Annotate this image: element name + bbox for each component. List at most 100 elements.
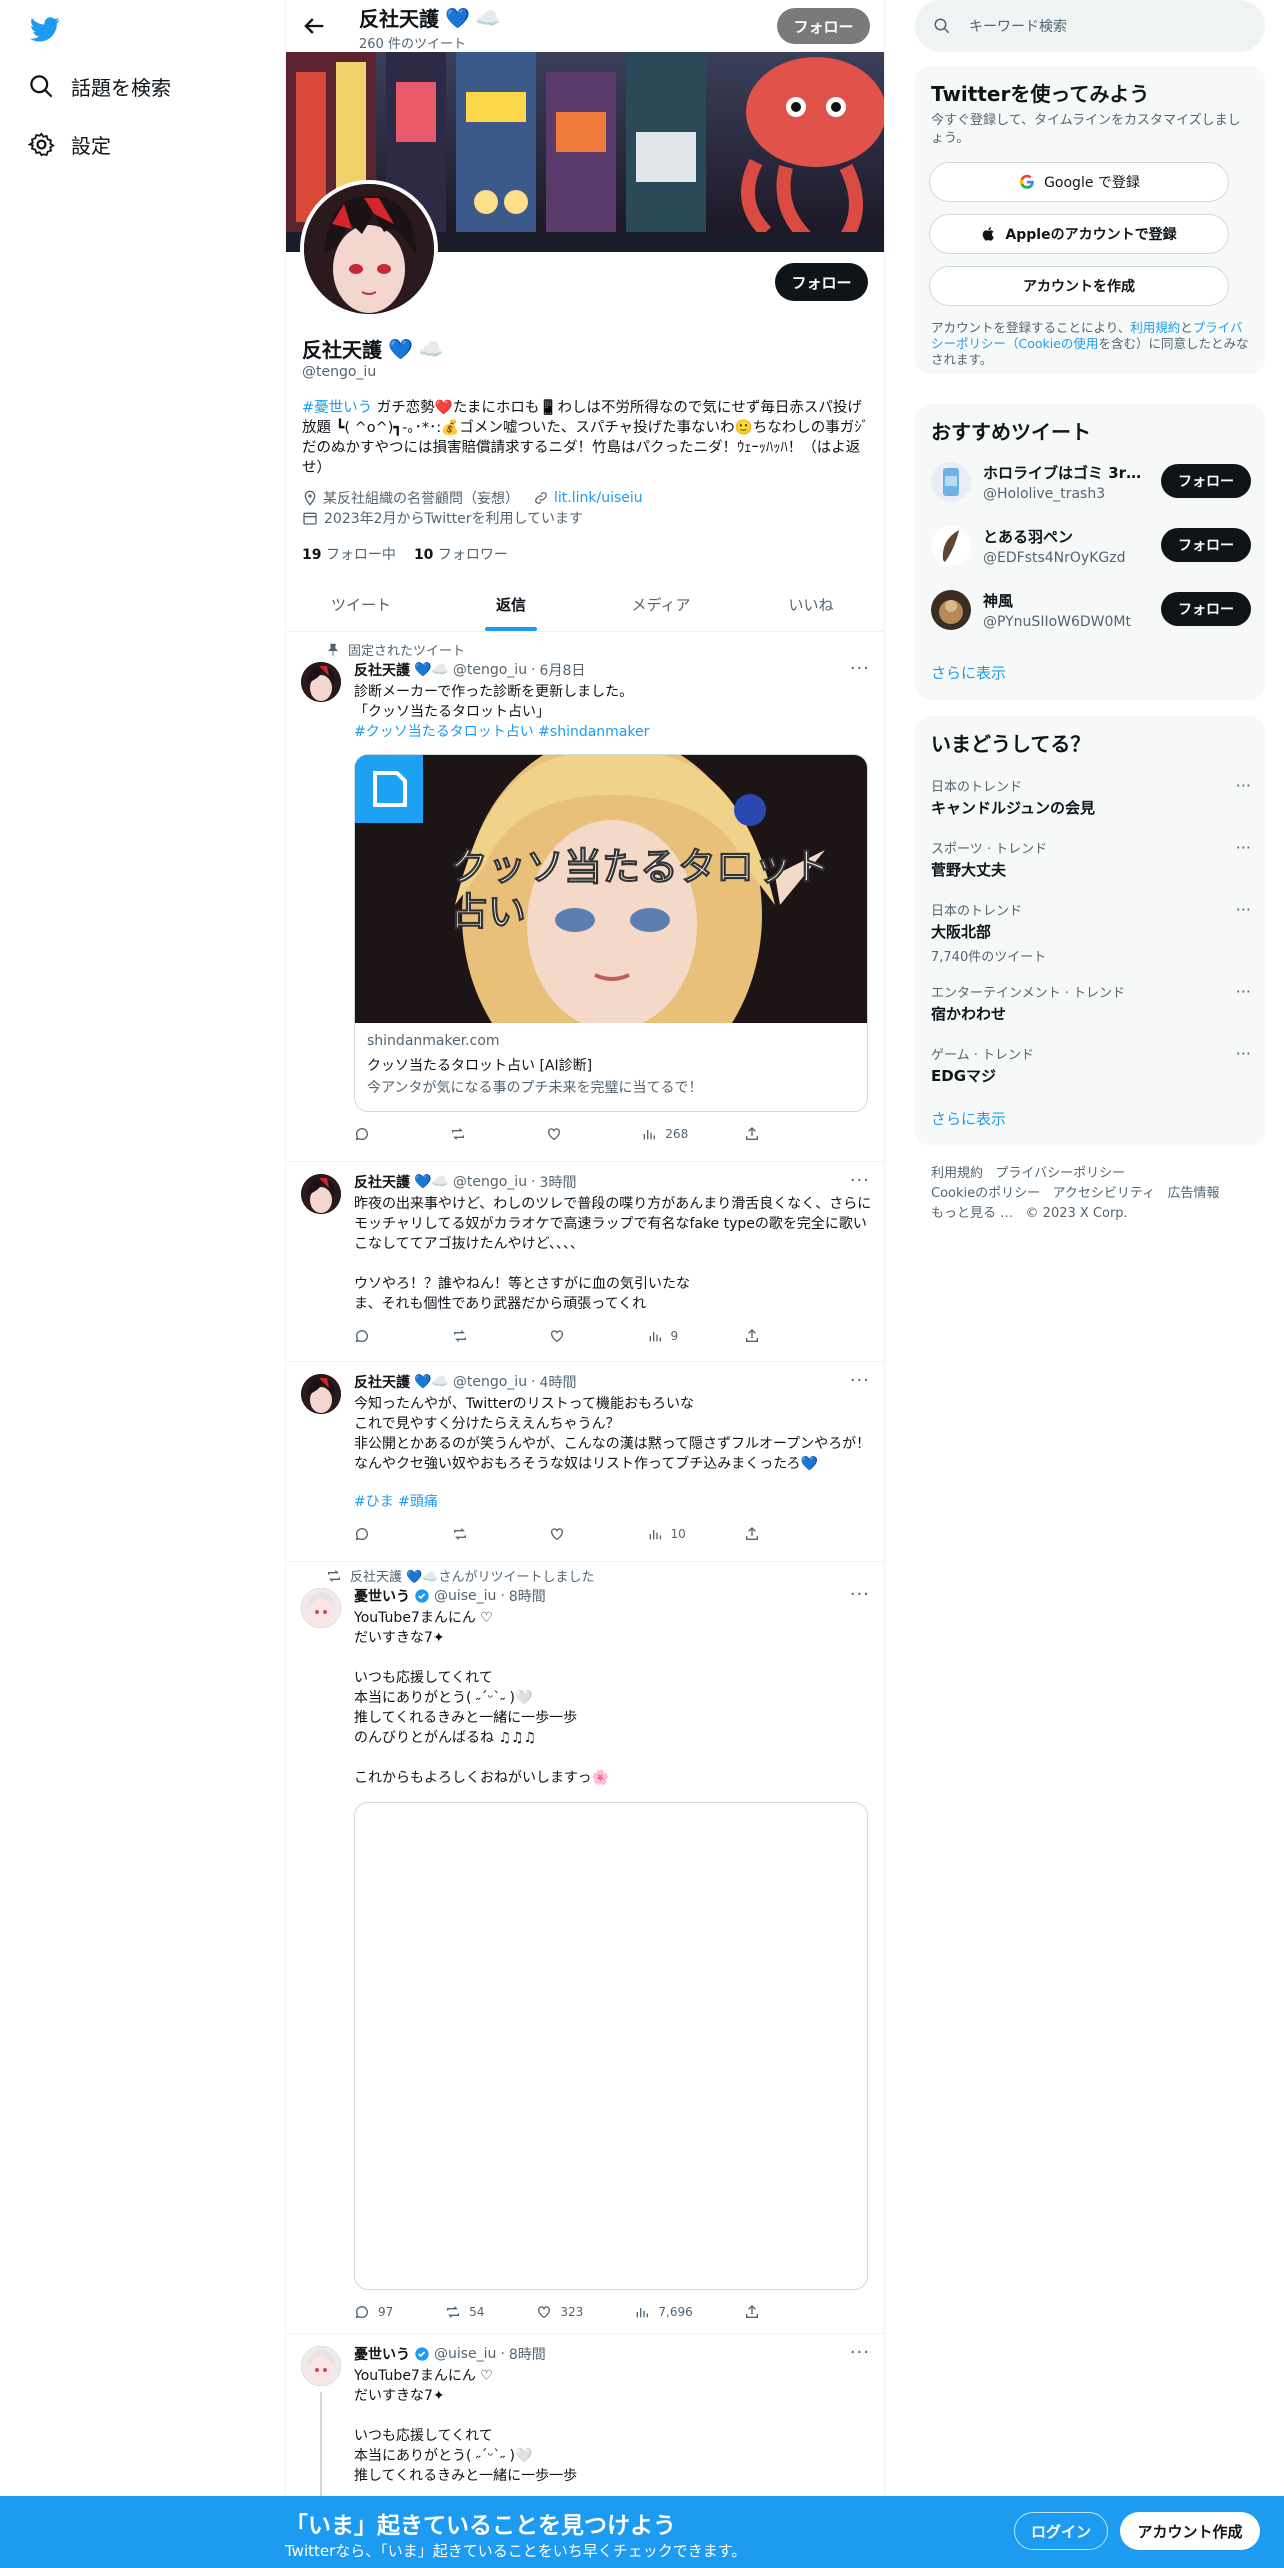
reply-button[interactable]: 97 xyxy=(354,2304,394,2320)
twitter-bird-icon[interactable] xyxy=(28,14,62,44)
avatar[interactable] xyxy=(301,1374,341,1414)
footer-ads[interactable]: 広告情報 xyxy=(1168,1186,1220,1201)
profile-url[interactable]: lit.link/uiseiu xyxy=(533,490,643,506)
tweet-item[interactable]: 反社天護 💙☁️ @tengo_iu · 3時間 ··· 昨夜の出来事やけど、わしのツレ… xyxy=(286,1162,884,1362)
footer-accessibility[interactable]: アクセシビリティ xyxy=(1053,1186,1156,1201)
like-button[interactable] xyxy=(549,1526,589,1542)
more-options-icon[interactable]: ··· xyxy=(1236,838,1251,857)
avatar[interactable] xyxy=(301,1588,341,1628)
share-button[interactable] xyxy=(744,2304,784,2320)
tweet-author-name[interactable]: 憂世いう xyxy=(354,1586,410,1606)
more-options-icon[interactable]: ··· xyxy=(850,658,870,679)
trend-item[interactable]: ゲーム · トレンド EDGマジ ··· xyxy=(931,1044,1251,1086)
tweet-header: 反社天護 💙☁️ @tengo_iu · 4時間 xyxy=(354,1372,576,1392)
profile-url-text[interactable]: lit.link/uiseiu xyxy=(554,490,643,506)
tweet-time[interactable]: 8時間 xyxy=(509,1586,546,1606)
like-button[interactable]: 323 xyxy=(536,2304,583,2320)
retweet-button[interactable] xyxy=(450,1126,490,1142)
footer-terms[interactable]: 利用規約 xyxy=(931,1166,983,1181)
follow-button[interactable]: フォロー xyxy=(1161,592,1251,626)
avatar[interactable] xyxy=(301,662,341,702)
tweet-author-name[interactable]: 反社天護 xyxy=(354,1372,410,1392)
retweet-button[interactable] xyxy=(452,1328,492,1344)
back-arrow-icon[interactable] xyxy=(300,12,328,40)
media-placeholder[interactable] xyxy=(354,1802,868,2290)
pinned-text: 固定されたツイート xyxy=(348,644,466,659)
views-button[interactable]: 10 xyxy=(647,1526,687,1542)
more-options-icon[interactable]: ··· xyxy=(850,2342,870,2363)
tweet-item[interactable]: 固定されたツイート 反社天護 💙☁️ @tengo_iu · 6月8日 ··· 診断メー… xyxy=(286,632,884,1162)
search-input[interactable]: キーワード検索 xyxy=(915,0,1265,52)
reply-button[interactable] xyxy=(354,1328,394,1344)
show-more-link[interactable]: さらに表示 xyxy=(931,662,1006,683)
nav-settings[interactable]: 設定 xyxy=(28,130,111,159)
tweet-author-name[interactable]: 反社天護 xyxy=(354,1172,410,1192)
follow-button[interactable]: フォロー xyxy=(775,263,868,301)
tweet-item[interactable]: 反社天護 💙☁️さんがリツイートしました 憂世いう @uise_iu · 8時間 ··… xyxy=(286,1562,884,2334)
reply-button[interactable] xyxy=(354,1526,394,1542)
retweet-button[interactable]: 54 xyxy=(445,2304,485,2320)
terms-link[interactable]: 利用規約 xyxy=(1130,320,1180,335)
tweet-item[interactable]: 反社天護 💙☁️ @tengo_iu · 4時間 ··· 今知ったんやが、Twitter… xyxy=(286,1362,884,1562)
recommended-user[interactable]: 神風 @PYnuSIIoW6DW0Mt フォロー xyxy=(931,588,1251,636)
trend-item[interactable]: 日本のトレンド キャンドルジュンの会見 ··· xyxy=(931,776,1251,818)
follow-button[interactable]: フォロー xyxy=(1161,528,1251,562)
more-options-icon[interactable]: ··· xyxy=(1236,1044,1251,1063)
search-icon xyxy=(934,18,950,34)
trend-item[interactable]: 日本のトレンド 大阪北部 7,740件のツイート ··· xyxy=(931,900,1251,965)
follow-button[interactable]: フォロー xyxy=(1161,464,1251,498)
retweet-button[interactable] xyxy=(452,1526,492,1542)
tweet-time[interactable]: 3時間 xyxy=(540,1172,577,1192)
more-options-icon[interactable]: ··· xyxy=(850,1170,870,1191)
views-button[interactable]: 268 xyxy=(641,1126,688,1142)
tweet-hashtags[interactable]: #ひま #頭痛 xyxy=(354,1492,874,1512)
google-signup-button[interactable]: Google で登録 xyxy=(929,162,1229,202)
retweet-label-text[interactable]: 反社天護 💙☁️さんがリツイートしました xyxy=(350,1566,595,1585)
followers-link[interactable]: 10 フォロワー xyxy=(414,544,508,564)
show-more-link[interactable]: さらに表示 xyxy=(931,1108,1006,1129)
tweet-author-name[interactable]: 憂世いう xyxy=(354,2344,410,2364)
trend-item[interactable]: スポーツ · トレンド 菅野大丈夫 ··· xyxy=(931,838,1251,880)
tab-likes[interactable]: いいね xyxy=(736,578,884,631)
views-count: 7,696 xyxy=(658,2305,693,2319)
more-options-icon[interactable]: ··· xyxy=(850,1584,870,1605)
more-options-icon[interactable]: ··· xyxy=(1236,982,1251,1001)
footer-more[interactable]: もっと見る … xyxy=(931,1206,1013,1221)
bio-hashtag[interactable]: #憂世いう xyxy=(302,400,372,416)
trend-item[interactable]: エンターテインメント · トレンド 宿かわわせ ··· xyxy=(931,982,1251,1024)
views-button[interactable]: 9 xyxy=(647,1328,687,1344)
tweet-hashtags[interactable]: #クッソ当たるタロット占い #shindanmaker xyxy=(354,722,874,742)
tweet-time[interactable]: 4時間 xyxy=(540,1372,577,1392)
recommended-user[interactable]: ホロライブはゴミ 3rd... @Hololive_trash3 フォロー xyxy=(931,460,1251,508)
nav-explore[interactable]: 話題を検索 xyxy=(28,72,171,101)
profile-avatar[interactable] xyxy=(300,180,438,318)
tab-replies[interactable]: 返信 xyxy=(436,578,586,631)
tab-media[interactable]: メディア xyxy=(586,578,736,631)
link-card[interactable]: クッソ当たるタロット 占い shindanmaker.com クッソ当たるタロッ… xyxy=(354,754,868,1112)
create-account-button[interactable]: アカウントを作成 xyxy=(929,266,1229,306)
like-button[interactable] xyxy=(549,1328,589,1344)
login-button[interactable]: ログイン xyxy=(1014,2512,1108,2550)
more-options-icon[interactable]: ··· xyxy=(1236,900,1251,919)
avatar[interactable] xyxy=(301,1174,341,1214)
more-options-icon[interactable]: ··· xyxy=(1236,776,1251,795)
views-button[interactable]: 7,696 xyxy=(634,2304,693,2320)
apple-signup-button[interactable]: Appleのアカウントで登録 xyxy=(929,214,1229,254)
like-button[interactable] xyxy=(546,1126,586,1142)
tweet-time[interactable]: 8時間 xyxy=(509,2344,546,2364)
reply-button[interactable] xyxy=(354,1126,394,1142)
tweet-author-name[interactable]: 反社天護 xyxy=(354,660,410,680)
topbar-follow-button[interactable]: フォロー xyxy=(777,8,870,44)
signup-button[interactable]: アカウント作成 xyxy=(1120,2512,1260,2550)
following-link[interactable]: 19 フォロー中 xyxy=(302,544,396,564)
tab-tweets[interactable]: ツイート xyxy=(286,578,436,631)
recommended-user[interactable]: とある羽ペン @EDFsts4NrOyKGzd フォロー xyxy=(931,524,1251,572)
footer-privacy[interactable]: プライバシーポリシー xyxy=(995,1166,1125,1181)
avatar[interactable] xyxy=(301,2346,341,2386)
share-button[interactable] xyxy=(744,1328,784,1344)
tweet-time[interactable]: 6月8日 xyxy=(540,660,586,680)
footer-cookie[interactable]: Cookieのポリシー xyxy=(931,1186,1040,1201)
share-button[interactable] xyxy=(744,1526,784,1542)
more-options-icon[interactable]: ··· xyxy=(850,1370,870,1391)
share-button[interactable] xyxy=(744,1126,784,1142)
